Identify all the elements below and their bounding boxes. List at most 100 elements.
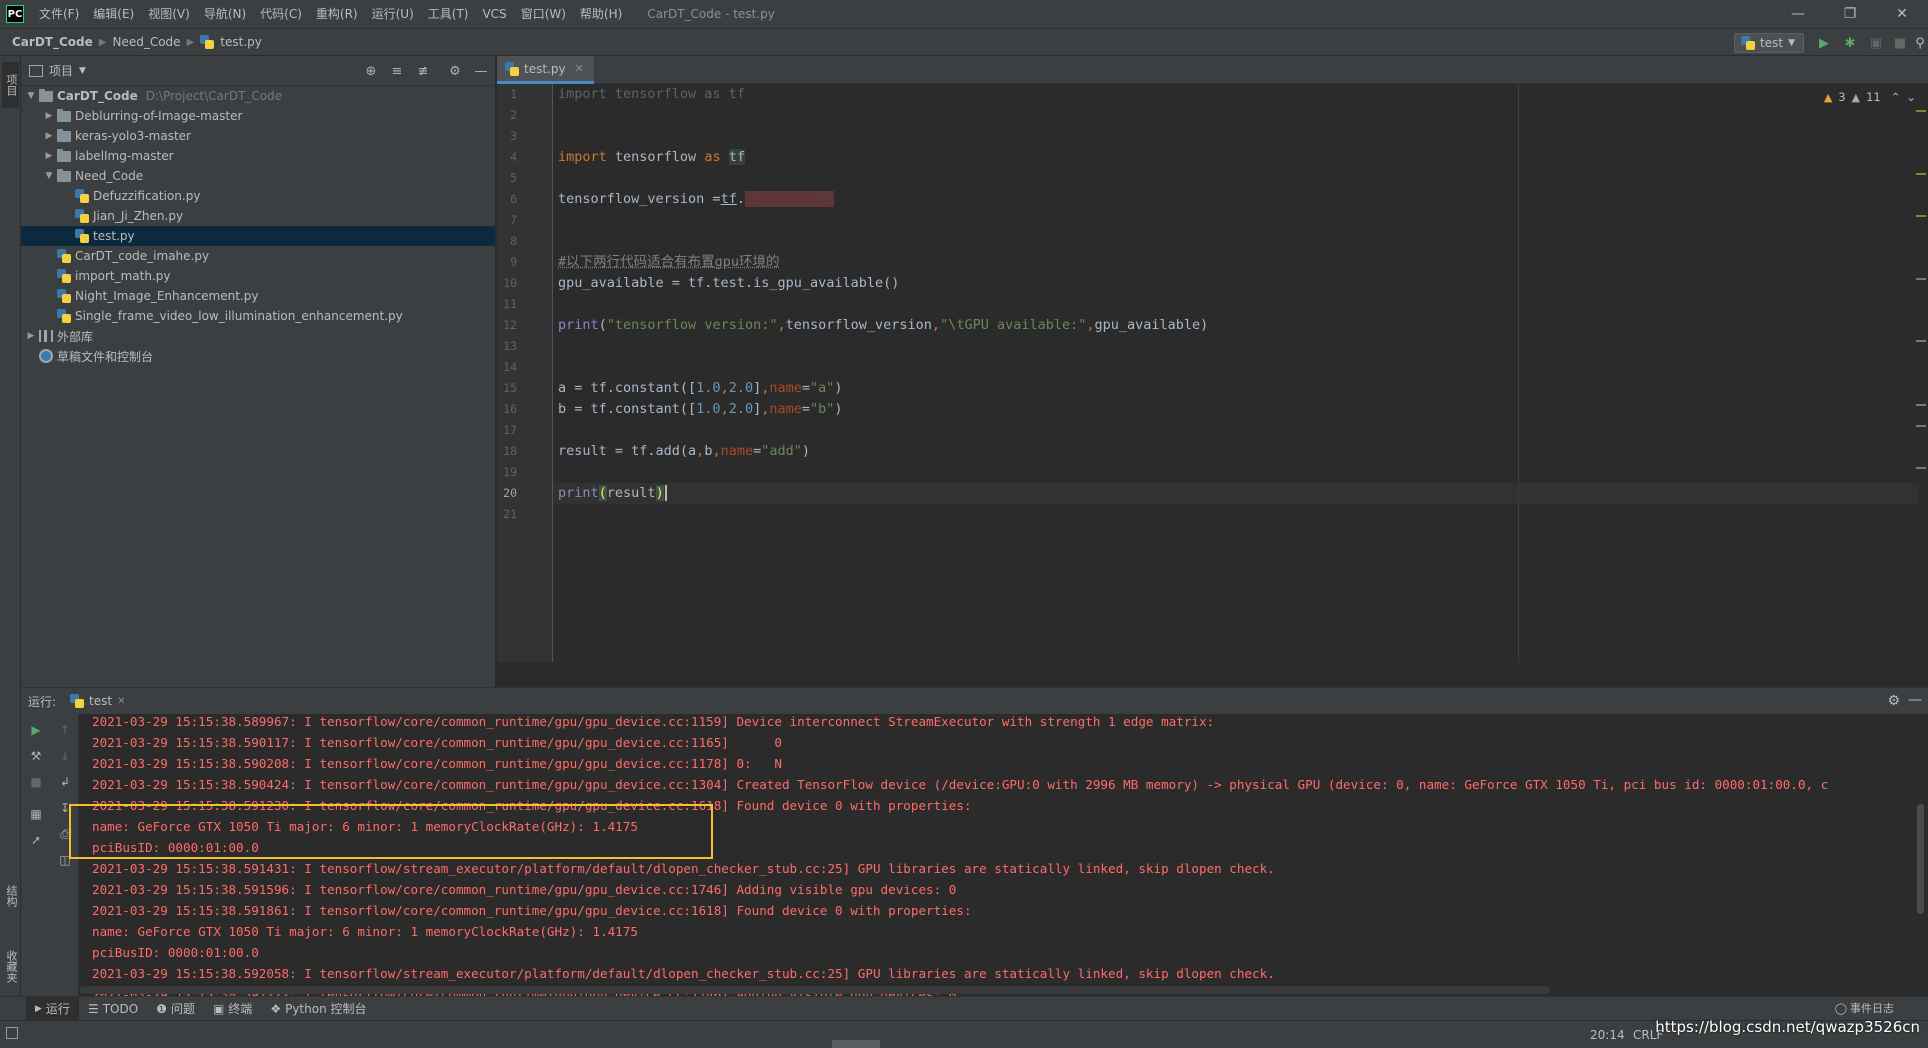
menu-view[interactable]: 视图(V): [141, 0, 197, 28]
hide-icon[interactable]: —: [1908, 692, 1922, 708]
chevron-up-icon[interactable]: ⌃: [1891, 90, 1901, 104]
menu-help[interactable]: 帮助(H): [573, 0, 629, 28]
breadcrumb-project[interactable]: CarDT_Code: [10, 35, 95, 49]
stripe-marker[interactable]: [1916, 340, 1926, 342]
caret-position[interactable]: 20:14: [1590, 1028, 1625, 1042]
locate-icon[interactable]: ⊕: [363, 63, 379, 79]
menu-window[interactable]: 窗口(W): [514, 0, 573, 28]
tree-item-file[interactable]: Night_Image_Enhancement.py: [21, 286, 495, 306]
tool-tab-problems[interactable]: ❶ 问题: [147, 997, 204, 1021]
collapse-all-icon[interactable]: ≢: [415, 63, 431, 79]
line-number: 6: [510, 192, 517, 206]
project-panel-title[interactable]: 项目: [49, 62, 73, 79]
chevron-right-icon: ▶: [27, 331, 35, 341]
bottom-tool-tabs: ▶ 运行 ☰ TODO ❶ 问题 ▣ 终端 ❖ Python 控制台: [0, 996, 1928, 1021]
project-view-icon: [29, 64, 43, 77]
scroll-to-end-icon[interactable]: ↧: [57, 800, 73, 816]
stripe-marker[interactable]: [1916, 110, 1926, 112]
minimize-icon[interactable]: —: [1772, 0, 1824, 28]
favorites-tool-tab[interactable]: 收藏夹: [2, 936, 19, 996]
stripe-marker[interactable]: [1916, 404, 1926, 406]
structure-tool-tab[interactable]: 结构: [2, 876, 19, 916]
arrow-up-icon[interactable]: ↑: [57, 722, 73, 738]
menu-tools[interactable]: 工具(T): [421, 0, 476, 28]
tree-item-scratches[interactable]: 草稿文件和控制台: [21, 346, 495, 366]
console-vertical-scrollbar[interactable]: [1913, 714, 1928, 996]
line-number: 14: [503, 360, 517, 374]
wrench-icon[interactable]: ⚒: [28, 748, 44, 764]
run-icon[interactable]: ▶: [1816, 35, 1832, 51]
breadcrumb-file[interactable]: test.py: [218, 35, 264, 49]
tree-item-label: labelImg-master: [75, 149, 174, 163]
soft-wrap-icon[interactable]: ↲: [57, 774, 73, 790]
restore-icon[interactable]: ❐: [1824, 0, 1876, 28]
hide-icon[interactable]: —: [473, 63, 489, 79]
menu-edit[interactable]: 编辑(E): [86, 0, 141, 28]
menu-run[interactable]: 运行(U): [365, 0, 421, 28]
run-tab-test[interactable]: test ✕: [70, 694, 125, 708]
tree-item-file[interactable]: Jian_Ji_Zhen.py: [21, 206, 495, 226]
menu-code[interactable]: 代码(C): [253, 0, 309, 28]
tree-item-file[interactable]: CarDT_code_imahe.py: [21, 246, 495, 266]
menu-refactor[interactable]: 重构(R): [309, 0, 365, 28]
chevron-down-icon[interactable]: ▼: [79, 66, 86, 76]
tool-tab-run[interactable]: ▶ 运行: [26, 996, 79, 1021]
event-log-button[interactable]: ◯ 事件日志: [1835, 1000, 1894, 1016]
close-tab-icon[interactable]: ✕: [575, 62, 584, 75]
menu-vcs[interactable]: VCS: [475, 0, 513, 28]
expand-all-icon[interactable]: ≡: [389, 63, 405, 79]
tree-item-folder[interactable]: ▼ Need_Code: [21, 166, 495, 186]
tree-item-label: CarDT_Code: [57, 89, 138, 103]
stripe-marker[interactable]: [1916, 173, 1926, 175]
console-line: 2021-03-29 15:15:38.591230: I tensorflow…: [92, 798, 972, 813]
menu-navigate[interactable]: 导航(N): [197, 0, 253, 28]
stripe-marker[interactable]: [1916, 215, 1926, 217]
gear-icon[interactable]: ⚙: [447, 63, 463, 79]
tree-item-file[interactable]: Defuzzification.py: [21, 186, 495, 206]
scrollbar-thumb[interactable]: [1917, 804, 1924, 914]
trash-icon[interactable]: ◫: [57, 852, 73, 868]
status-toggle-icon[interactable]: [6, 1027, 18, 1039]
tree-item-file[interactable]: Single_frame_video_low_illumination_enha…: [21, 306, 495, 326]
stop-icon[interactable]: ■: [28, 774, 44, 790]
stop-icon[interactable]: ■: [1892, 35, 1908, 51]
editor-tab-test-py[interactable]: test.py ✕: [497, 56, 594, 84]
rerun-icon[interactable]: ▶: [28, 722, 44, 738]
debug-icon[interactable]: ✱: [1842, 35, 1858, 51]
library-icon: [39, 330, 53, 342]
arrow-down-icon[interactable]: ↓: [57, 748, 73, 764]
tree-item-folder[interactable]: ▶ Deblurring-of-Image-master: [21, 106, 495, 126]
project-tool-tab[interactable]: 项目: [2, 62, 19, 108]
tree-item-folder[interactable]: ▶ keras-yolo3-master: [21, 126, 495, 146]
breadcrumb-folder[interactable]: Need_Code: [110, 35, 182, 49]
close-tab-icon[interactable]: ✕: [117, 696, 125, 707]
console-output[interactable]: 2021-03-29 15:15:38.589967: I tensorflow…: [80, 714, 1913, 996]
chevron-down-icon[interactable]: ⌄: [1906, 90, 1916, 104]
window-title: CarDT_Code - test.py: [647, 7, 775, 21]
gear-icon[interactable]: ⚙: [1887, 693, 1900, 709]
tool-tab-todo[interactable]: ☰ TODO: [79, 997, 147, 1021]
layout-icon[interactable]: ▦: [28, 806, 44, 822]
tree-item-folder[interactable]: ▶ labelImg-master: [21, 146, 495, 166]
coverage-icon[interactable]: ▣: [1868, 35, 1884, 51]
console-horizontal-scrollbar[interactable]: [80, 986, 1550, 994]
search-icon[interactable]: ⚲: [1912, 35, 1928, 51]
stripe-marker[interactable]: [1916, 467, 1926, 469]
print-icon[interactable]: ⎙: [57, 826, 73, 842]
pin-icon[interactable]: ➚: [28, 832, 44, 848]
close-icon[interactable]: ✕: [1876, 0, 1928, 28]
tree-item-file[interactable]: import_math.py: [21, 266, 495, 286]
inspection-widget[interactable]: ▲ 3 ▲ 11 ⌃ ⌄: [1824, 90, 1916, 104]
tree-item-file-selected[interactable]: test.py: [21, 226, 495, 246]
stripe-marker[interactable]: [1916, 425, 1926, 427]
tree-item-external-libraries[interactable]: ▶ 外部库: [21, 326, 495, 346]
error-stripe[interactable]: [1916, 110, 1928, 510]
tool-tab-python-console[interactable]: ❖ Python 控制台: [261, 997, 375, 1021]
code-editor[interactable]: import tensorflow as tf import tensorflo…: [553, 84, 1919, 662]
tree-item-label: Deblurring-of-Image-master: [75, 109, 243, 123]
run-configuration-select[interactable]: test ▼: [1734, 33, 1804, 53]
menu-file[interactable]: 文件(F): [32, 0, 86, 28]
stripe-marker[interactable]: [1916, 278, 1926, 280]
tool-tab-terminal[interactable]: ▣ 终端: [204, 997, 261, 1021]
tree-item-project-root[interactable]: ▼ CarDT_Code D:\Project\CarDT_Code: [21, 86, 495, 106]
